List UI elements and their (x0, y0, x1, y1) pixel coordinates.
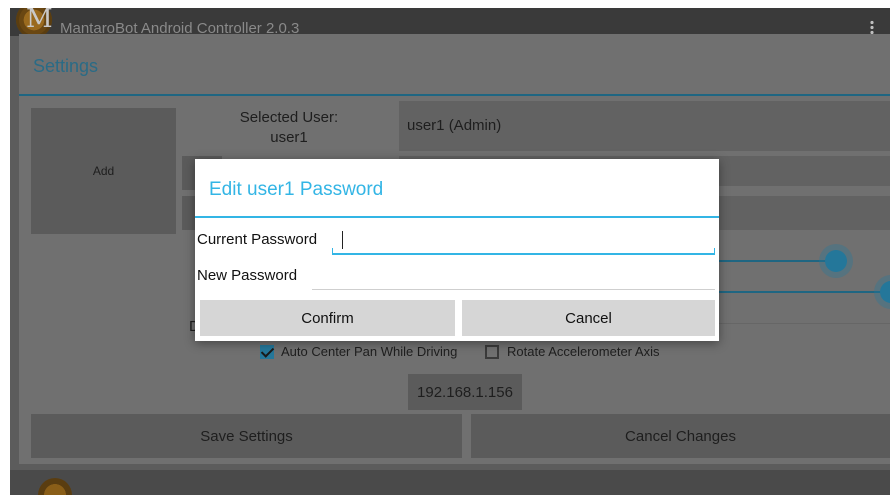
rotate-accelerometer-checkbox[interactable] (485, 345, 499, 359)
ip-address-button[interactable]: 192.168.1.156 (408, 374, 522, 410)
selected-user-caption: Selected User: (239, 109, 339, 126)
bottom-strip (10, 470, 890, 495)
settings-title: Settings (33, 56, 99, 76)
dialog-title: Edit user1 Password (209, 179, 384, 200)
app-screen: M MantaroBot Android Controller 2.0.3 Se… (10, 8, 890, 495)
logo-letter: M (26, 8, 53, 34)
overflow-menu-icon[interactable] (870, 20, 874, 34)
cancel-button[interactable]: Cancel (462, 300, 715, 336)
user-list[interactable]: user1 (Admin) (399, 101, 890, 151)
rotate-accelerometer-label: Rotate Accelerometer Axis (507, 344, 660, 359)
auto-center-checkbox[interactable] (260, 345, 274, 359)
slider-thumb[interactable] (880, 281, 890, 303)
save-settings-button[interactable]: Save Settings (31, 414, 462, 458)
current-password-label: Current Password (197, 231, 318, 248)
selected-user-label: Selected User: user1 (189, 108, 389, 148)
new-password-label: New Password (197, 267, 298, 284)
settings-divider (19, 94, 890, 96)
mantarobot-logo-icon (38, 478, 72, 495)
slider-track[interactable] (719, 291, 890, 293)
text-cursor (342, 231, 343, 249)
edit-password-dialog: Edit user1 Password Current Password New… (195, 159, 719, 341)
slider-track[interactable] (719, 260, 835, 262)
add-user-button[interactable]: Add (31, 108, 176, 234)
slider-thumb[interactable] (825, 250, 847, 272)
auto-center-label: Auto Center Pan While Driving (281, 344, 458, 359)
app-bar: M MantaroBot Android Controller 2.0.3 (10, 8, 890, 38)
field-underline (719, 323, 890, 324)
new-password-input[interactable] (312, 263, 715, 290)
cancel-changes-button[interactable]: Cancel Changes (471, 414, 890, 458)
user-list-item[interactable]: user1 (Admin) (407, 117, 501, 134)
selected-user-value: user1 (270, 129, 308, 146)
current-password-input[interactable] (332, 227, 715, 255)
confirm-button[interactable]: Confirm (200, 300, 455, 336)
dialog-divider (195, 216, 719, 218)
